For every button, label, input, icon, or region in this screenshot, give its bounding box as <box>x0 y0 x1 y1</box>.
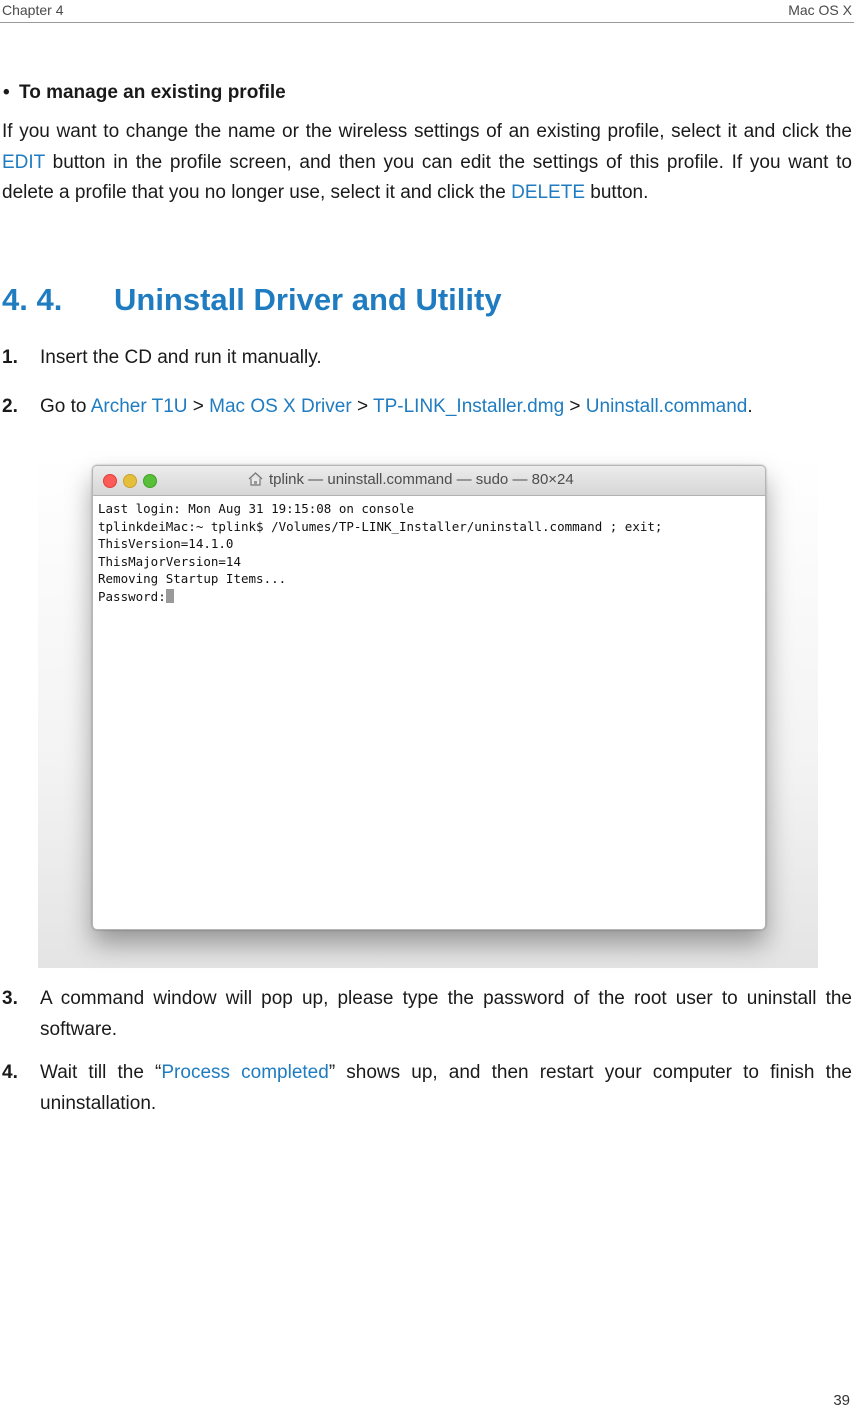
delete-keyword: DELETE <box>511 182 586 203</box>
path-uninstall: Uninstall.command <box>585 396 748 417</box>
step-number: 4. <box>2 1062 18 1083</box>
minimize-button[interactable] <box>123 474 137 488</box>
terminal-line: ThisVersion=14.1.0 <box>98 536 234 551</box>
terminal-line: ThisMajorVersion=14 <box>98 553 241 569</box>
paragraph-text-1: If you want to change the name or the wi… <box>2 121 852 142</box>
zoom-button[interactable] <box>143 474 157 488</box>
chapter-label: Chapter 4 <box>2 2 64 18</box>
profile-paragraph: If you want to change the name or the wi… <box>2 117 852 209</box>
step-number: 2. <box>2 396 18 417</box>
section-title: Uninstall Driver and Utility <box>114 282 502 317</box>
terminal-prompt-line: Password: <box>98 588 760 606</box>
edit-keyword: EDIT <box>2 151 45 173</box>
path-separator: > <box>564 396 586 417</box>
paragraph-text-2: button in the profile screen, and then y… <box>2 151 852 204</box>
terminal-window: tplink — uninstall.command — sudo — 80×2… <box>92 465 766 930</box>
text-cursor <box>165 588 174 603</box>
page-header: Chapter 4 Mac OS X <box>0 0 854 23</box>
process-completed-keyword: Process completed <box>161 1062 329 1083</box>
bullet-heading: • To manage an existing profile <box>3 82 286 104</box>
step-text: Go to Archer T1U > Mac OS X Driver > TP-… <box>40 392 852 423</box>
paragraph-text-3: button. <box>585 182 649 203</box>
path-separator: > <box>187 396 210 417</box>
step-text: Insert the CD and run it manually. <box>40 347 322 368</box>
step-number: 3. <box>2 988 18 1009</box>
terminal-title: tplink — uninstall.command — sudo — 80×2… <box>248 471 574 488</box>
path-archer: Archer T1U <box>90 396 188 417</box>
close-button[interactable] <box>103 474 117 488</box>
step-prefix: Wait till the “ <box>40 1062 162 1083</box>
path-separator: > <box>351 396 373 417</box>
terminal-line: Removing Startup Items... <box>98 571 287 586</box>
section-heading: 4. 4. Uninstall Driver and Utility <box>2 282 502 318</box>
section-label: Mac OS X <box>788 2 852 18</box>
bullet-heading-text: To manage an existing profile <box>19 82 286 103</box>
bullet-icon: • <box>3 82 10 103</box>
section-number: 4. 4. <box>2 282 63 317</box>
step-number: 1. <box>2 347 18 368</box>
path-installer: TP-LINK_Installer.dmg <box>373 396 565 417</box>
step-prefix: Go to <box>40 396 91 417</box>
step-text: A command window will pop up, please typ… <box>40 988 852 1040</box>
terminal-title-text: tplink — uninstall.command — sudo — 80×2… <box>269 471 574 488</box>
terminal-titlebar: tplink — uninstall.command — sudo — 80×2… <box>93 466 765 496</box>
terminal-line: Last login: Mon Aug 31 19:15:08 on conso… <box>98 501 415 516</box>
terminal-line: tplinkdeiMac:~ tplink$ /Volumes/TP-LINK_… <box>98 518 663 534</box>
step-suffix: . <box>747 396 753 417</box>
terminal-output[interactable]: Last login: Mon Aug 31 19:15:08 on conso… <box>93 496 765 609</box>
home-folder-icon <box>248 472 263 486</box>
password-prompt: Password: <box>98 588 166 604</box>
path-driver: Mac OS X Driver <box>209 396 352 417</box>
page-number: 39 <box>833 1392 850 1409</box>
step-text: Wait till the “Process completed” shows … <box>40 1058 852 1119</box>
